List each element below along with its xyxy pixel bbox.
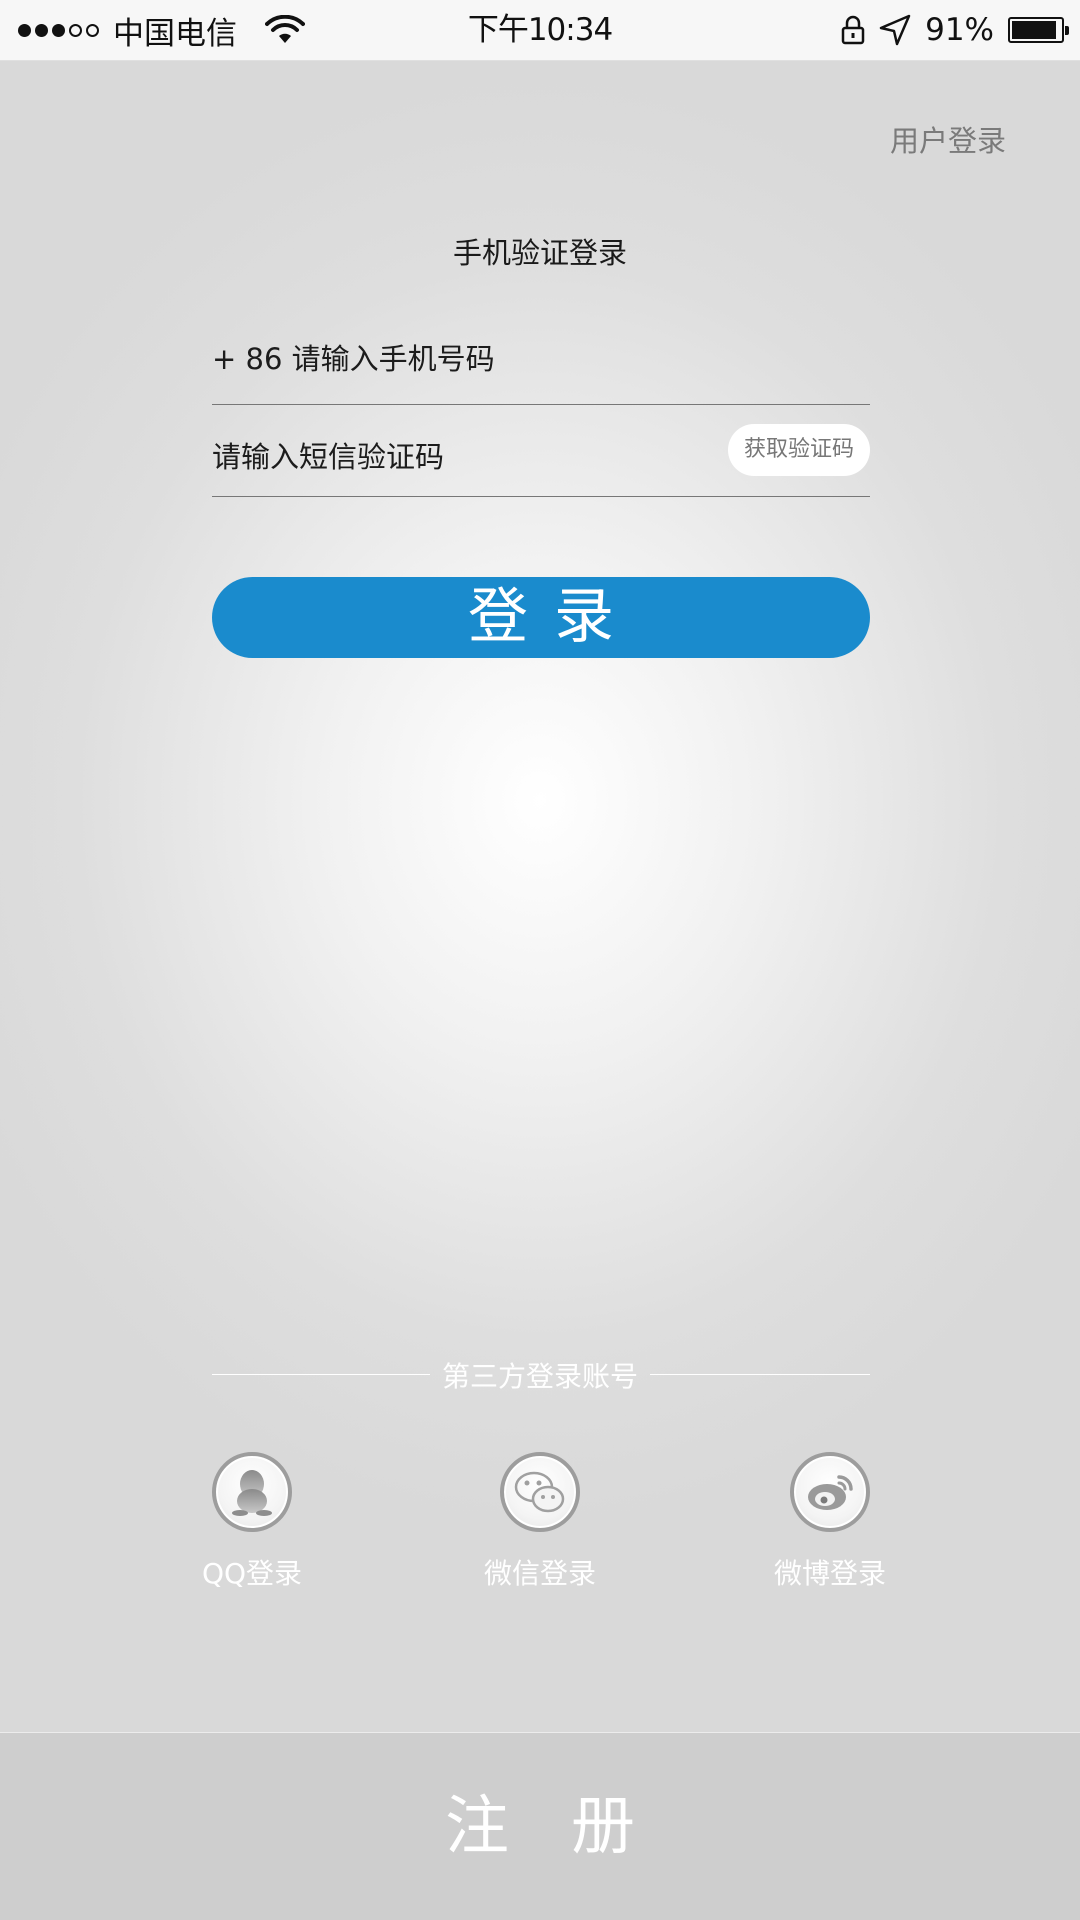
sms-code-input[interactable]: 请输入短信验证码 获取验证码 [212,424,870,497]
register-button[interactable]: 注册 [0,1732,1080,1920]
divider-right [650,1374,870,1375]
phone-input[interactable]: + 86 请输入手机号码 [212,330,870,405]
third-party-label: 第三方登录账号 [441,1360,638,1393]
wechat-login-button[interactable]: 微信登录 [440,1452,640,1592]
sms-code-placeholder: 请输入短信验证码 [212,440,445,474]
phone-placeholder: + 86 请输入手机号码 [212,342,495,376]
battery-percent: 91% [925,12,994,48]
wechat-icon [500,1452,580,1532]
battery-icon [1008,17,1069,43]
weibo-login-label: 微博登录 [773,1557,886,1590]
weibo-login-button[interactable]: 微博登录 [730,1452,930,1592]
weibo-icon [790,1452,870,1532]
lock-icon [841,15,865,45]
qq-icon [212,1452,292,1532]
battery-fill [1012,21,1056,39]
wechat-login-label: 微信登录 [483,1557,596,1590]
status-right: 91% [841,0,1069,60]
user-login-link[interactable]: 用户登录 [890,118,1006,160]
qq-login-label: QQ登录 [201,1557,303,1590]
get-code-button[interactable]: 获取验证码 [728,424,870,476]
status-bar: 中国电信 下午10:34 91% [0,0,1080,61]
login-button[interactable]: 登录 [212,577,870,658]
form-title: 手机验证登录 [452,236,627,270]
location-icon [879,14,911,46]
qq-login-button[interactable]: QQ登录 [152,1452,352,1592]
